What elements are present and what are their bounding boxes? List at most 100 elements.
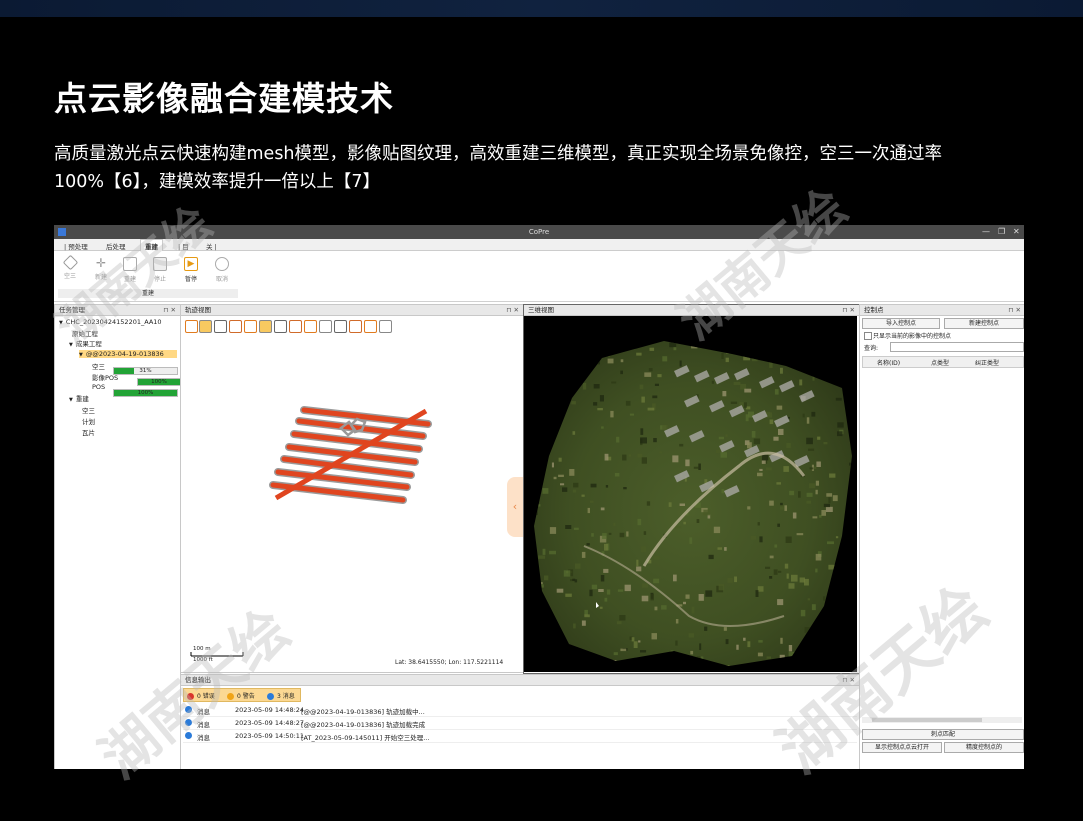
tree-expand-icon[interactable]: ▼ bbox=[79, 352, 83, 358]
tree-node-label: 重建 bbox=[75, 395, 89, 403]
panel-pin-icon[interactable]: ⊓ ✕ bbox=[842, 675, 855, 685]
cancel-button[interactable]: 取消 bbox=[210, 257, 234, 283]
point-cluster bbox=[591, 584, 598, 590]
filter-label: 0 错误 bbox=[197, 693, 215, 700]
point-cluster bbox=[826, 493, 833, 497]
point-cluster bbox=[600, 319, 605, 322]
point-cluster bbox=[765, 467, 772, 471]
grid-icon bbox=[123, 257, 137, 271]
tab-about[interactable]: 关 | bbox=[206, 241, 217, 251]
tab-postprocess[interactable]: 后处理 bbox=[106, 241, 126, 251]
tree-node[interactable]: ▼ CHC_20230424152201_AA10 bbox=[59, 318, 162, 326]
point-cluster bbox=[670, 650, 674, 655]
point-cluster bbox=[545, 661, 548, 666]
point-cluster bbox=[639, 324, 646, 328]
status-icon bbox=[227, 693, 234, 700]
tree-node[interactable]: ▼ @@2023-04-19-013836 bbox=[79, 350, 177, 358]
point-cluster bbox=[590, 483, 597, 488]
point-cluster bbox=[849, 577, 852, 583]
point-cluster bbox=[744, 388, 752, 393]
track-canvas[interactable] bbox=[181, 305, 523, 672]
point-cluster bbox=[619, 615, 626, 621]
minimize-icon[interactable]: — bbox=[982, 227, 990, 236]
panel-pin-icon[interactable]: ⊓ ✕ bbox=[1008, 305, 1021, 315]
tree-expand-icon[interactable]: ▼ bbox=[59, 320, 63, 326]
point-cluster bbox=[572, 489, 577, 493]
panel-pin-icon[interactable]: ⊓ ✕ bbox=[163, 305, 176, 315]
horizontal-scrollbar[interactable] bbox=[862, 717, 1022, 723]
match-button[interactable]: 刺点匹配 bbox=[862, 729, 1024, 740]
scrollbar-thumb[interactable] bbox=[872, 718, 982, 722]
control-panel-title: 控制点 bbox=[864, 306, 884, 314]
point-cluster bbox=[773, 569, 778, 575]
column-header-correction[interactable]: 纠正类型 bbox=[975, 358, 999, 367]
point-cluster bbox=[649, 347, 655, 351]
log-row[interactable]: 消息 2023-05-09 14:50:11 [AT_2023-05-09-1450… bbox=[183, 730, 857, 743]
point-cluster bbox=[620, 370, 623, 375]
column-header-type[interactable]: 点类型 bbox=[931, 358, 949, 367]
tree-node[interactable]: ▼ 重建 bbox=[69, 393, 89, 403]
point-cluster bbox=[551, 462, 554, 468]
tree-node[interactable]: 空三 bbox=[79, 405, 95, 415]
tree-node[interactable]: 空三 bbox=[89, 361, 105, 371]
point-cluster bbox=[751, 431, 756, 438]
search-input[interactable] bbox=[890, 342, 1024, 352]
rebuild-button[interactable]: 重建 bbox=[118, 257, 142, 283]
aerotri-button[interactable]: 空三 bbox=[58, 254, 82, 280]
point-cluster bbox=[740, 383, 746, 390]
pause-button[interactable]: ▶ 暂停 bbox=[179, 257, 203, 283]
log-message: [@@2023-04-19-013836] 轨迹加载完成 bbox=[301, 721, 426, 729]
column-header-name[interactable]: 名称(ID) bbox=[877, 358, 900, 367]
point-cluster bbox=[628, 454, 632, 457]
collapse-handle[interactable]: ‹ bbox=[507, 477, 523, 537]
point-cluster bbox=[640, 437, 647, 444]
log-row[interactable]: 消息 2023-05-09 14:48:24 [@@2023-04-19-01383… bbox=[183, 704, 857, 717]
tree-node[interactable]: 瓦片 bbox=[79, 427, 95, 437]
tree-node[interactable]: 计划 bbox=[79, 416, 95, 426]
filter-checkbox[interactable] bbox=[864, 332, 872, 340]
filter-toggle[interactable]: 0 警告 bbox=[227, 691, 255, 700]
point-cluster bbox=[801, 326, 805, 331]
point-cluster bbox=[733, 381, 741, 386]
tree-expand-icon[interactable]: ▼ bbox=[69, 342, 73, 348]
tab-view[interactable]: | 目 bbox=[178, 241, 189, 251]
new-control-button[interactable]: 新建控制点 bbox=[944, 318, 1024, 329]
point-cluster bbox=[604, 543, 608, 551]
tree-expand-icon[interactable]: ▼ bbox=[69, 397, 73, 403]
tree-node[interactable]: ▼ 成果工程 bbox=[69, 338, 102, 348]
precision-button[interactable]: 精度控制点的 bbox=[944, 742, 1024, 753]
filter-toggle[interactable]: 3 消息 bbox=[267, 691, 295, 700]
stop-button[interactable]: 停止 bbox=[148, 257, 172, 283]
point-cluster bbox=[535, 509, 538, 515]
point-cluster bbox=[812, 374, 815, 381]
maximize-icon[interactable]: ❐ bbox=[998, 227, 1005, 236]
tree-node[interactable]: POS bbox=[89, 383, 105, 391]
point-cloud-view[interactable] bbox=[524, 316, 857, 672]
point-cloud-canvas[interactable] bbox=[524, 316, 857, 672]
point-cluster bbox=[815, 489, 818, 495]
import-control-button[interactable]: 导入控制点 bbox=[862, 318, 940, 329]
point-cluster bbox=[565, 321, 571, 323]
point-cluster bbox=[825, 506, 833, 512]
show-cloud-button[interactable]: 显示控制点点云打开 bbox=[862, 742, 942, 753]
point-cluster bbox=[819, 514, 822, 518]
tree-node[interactable]: 原始工程 bbox=[69, 328, 98, 338]
point-cluster bbox=[636, 352, 642, 356]
point-cluster bbox=[624, 584, 631, 592]
point-cluster bbox=[529, 578, 533, 581]
point-cluster bbox=[534, 456, 538, 460]
point-cluster bbox=[842, 595, 850, 599]
close-icon[interactable]: ✕ bbox=[1013, 227, 1020, 236]
point-cluster bbox=[759, 468, 763, 471]
panel-pin-icon[interactable]: ⊓ ✕ bbox=[842, 305, 855, 315]
filter-toggle[interactable]: 0 错误 bbox=[187, 691, 215, 700]
log-row[interactable]: 消息 2023-05-09 14:48:27 [@@2023-04-19-01383… bbox=[183, 717, 857, 730]
point-cluster bbox=[854, 321, 856, 324]
point-cluster bbox=[722, 469, 726, 475]
new-button[interactable]: ✛ 新建 bbox=[89, 257, 113, 281]
point-cluster bbox=[835, 397, 842, 401]
point-cluster bbox=[534, 411, 538, 417]
tab-preprocess[interactable]: | 预处理 bbox=[64, 241, 88, 251]
point-cluster bbox=[788, 583, 795, 589]
point-cluster bbox=[708, 554, 714, 560]
